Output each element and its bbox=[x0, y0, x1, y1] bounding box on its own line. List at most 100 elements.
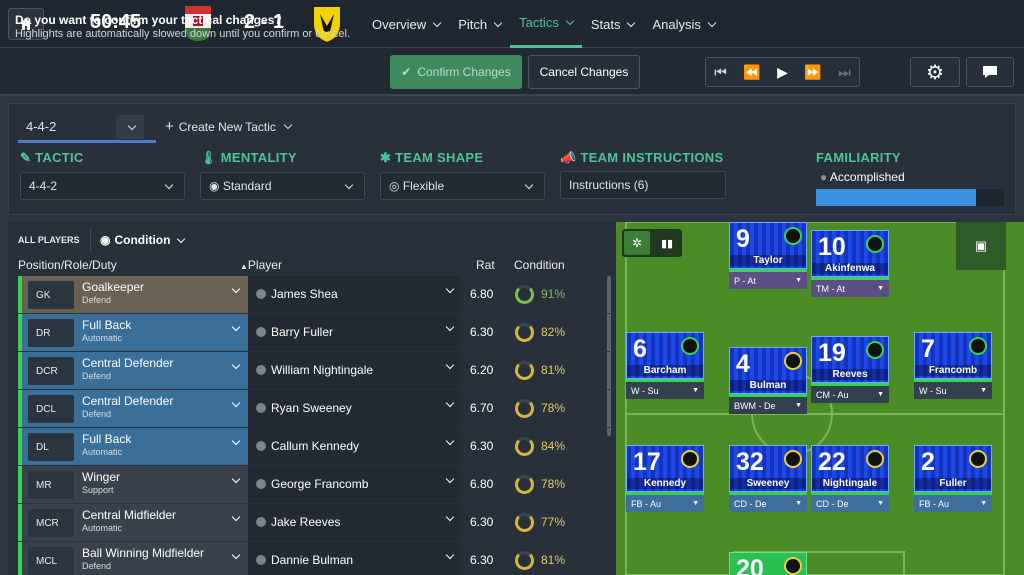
table-row[interactable]: MR Winger Support George Francomb 6.80 7… bbox=[18, 466, 610, 504]
info-icon[interactable] bbox=[256, 517, 266, 527]
player-card[interactable]: 22 Nightingale CD - De ▼ bbox=[811, 445, 889, 512]
card-role[interactable]: TM - At ▼ bbox=[811, 280, 889, 297]
chevron-down-icon bbox=[283, 120, 293, 130]
position-cell[interactable]: DR Full Back Automatic bbox=[18, 314, 248, 351]
table-row[interactable]: MCR Central Midfielder Automatic Jake Re… bbox=[18, 504, 610, 542]
table-row[interactable]: GK Goalkeeper Defend James Shea 6.80 91% bbox=[18, 276, 610, 314]
play-icon[interactable]: ▶ bbox=[777, 64, 788, 81]
position-cell[interactable]: DL Full Back Automatic bbox=[18, 428, 248, 465]
table-row[interactable]: DCL Central Defender Defend Ryan Sweeney… bbox=[18, 390, 610, 428]
chat-button[interactable] bbox=[966, 57, 1014, 87]
position-cell[interactable]: MCR Central Midfielder Automatic bbox=[18, 504, 248, 541]
player-card[interactable]: 20 bbox=[729, 552, 807, 575]
info-icon[interactable] bbox=[256, 289, 266, 299]
chevron-down-icon[interactable] bbox=[231, 322, 241, 332]
formation-dropdown-button[interactable] bbox=[116, 115, 144, 139]
rewind-icon[interactable]: ⏪ bbox=[743, 64, 760, 81]
header-rat[interactable]: Rat bbox=[476, 258, 495, 272]
side-panel-toggle[interactable]: ▣ bbox=[956, 222, 1006, 270]
card-player-name: Reeves bbox=[812, 369, 888, 380]
player-card[interactable]: 4 Bulman BWM - De ▼ bbox=[729, 347, 807, 414]
position-cell[interactable]: MCL Ball Winning Midfielder Defend bbox=[18, 542, 248, 575]
position-cell[interactable]: GK Goalkeeper Defend bbox=[18, 276, 248, 313]
player-cell[interactable]: Ryan Sweeney bbox=[248, 390, 460, 427]
fast-forward-icon[interactable]: ⏩ bbox=[804, 64, 821, 81]
player-cell[interactable]: Dannie Bulman bbox=[248, 542, 460, 575]
position-cell[interactable]: DCL Central Defender Defend bbox=[18, 390, 248, 427]
cancel-changes-button[interactable]: Cancel Changes bbox=[528, 55, 640, 89]
player-card[interactable]: 32 Sweeney CD - De ▼ bbox=[729, 445, 807, 512]
info-icon[interactable] bbox=[256, 555, 266, 565]
info-icon[interactable] bbox=[256, 479, 266, 489]
tab-stats[interactable]: Stats bbox=[582, 0, 644, 48]
card-role[interactable]: BWM - De ▼ bbox=[729, 397, 807, 414]
card-role[interactable]: CD - De ▼ bbox=[729, 495, 807, 512]
table-row[interactable]: DCR Central Defender Defend William Nigh… bbox=[18, 352, 610, 390]
chevron-down-icon[interactable] bbox=[231, 550, 241, 560]
chevron-down-icon[interactable] bbox=[445, 436, 455, 446]
chevron-down-icon[interactable] bbox=[445, 360, 455, 370]
tab-pitch[interactable]: Pitch bbox=[449, 0, 510, 48]
header-position[interactable]: Position/Role/Duty bbox=[18, 258, 117, 272]
chevron-down-icon[interactable] bbox=[231, 284, 241, 294]
create-new-tactic-button[interactable]: + Create New Tactic bbox=[165, 118, 293, 135]
chevron-down-icon[interactable] bbox=[231, 360, 241, 370]
tab-analysis[interactable]: Analysis bbox=[643, 0, 723, 48]
bar-chart-icon[interactable]: ▮▮ bbox=[654, 231, 680, 255]
player-card[interactable]: 19 Reeves CM - Au ▼ bbox=[811, 336, 889, 403]
info-icon[interactable] bbox=[256, 327, 266, 337]
table-row[interactable]: DL Full Back Automatic Callum Kennedy 6.… bbox=[18, 428, 610, 466]
skip-start-icon[interactable]: ⏮ bbox=[714, 64, 727, 81]
player-card[interactable]: 7 Francomb W - Su ▼ bbox=[914, 332, 992, 399]
settings-button[interactable]: ⚙ bbox=[910, 57, 960, 87]
mentality-select[interactable]: ◉ Standard bbox=[200, 172, 365, 200]
player-cell[interactable]: Callum Kennedy bbox=[248, 428, 460, 465]
skip-end-icon[interactable]: ⏭ bbox=[838, 64, 851, 81]
chevron-down-icon[interactable] bbox=[445, 512, 455, 522]
chevron-down-icon[interactable] bbox=[445, 474, 455, 484]
chevron-down-icon[interactable] bbox=[445, 398, 455, 408]
tactic-select[interactable]: 4-4-2 bbox=[20, 172, 185, 200]
card-role[interactable]: W - Su ▼ bbox=[626, 382, 704, 399]
wheel-view-icon[interactable]: ✲ bbox=[624, 231, 650, 255]
chevron-down-icon[interactable] bbox=[445, 322, 455, 332]
card-role[interactable]: FB - Au ▼ bbox=[914, 495, 992, 512]
player-cell[interactable]: Barry Fuller bbox=[248, 314, 460, 351]
chevron-down-icon[interactable] bbox=[231, 398, 241, 408]
chevron-down-icon[interactable] bbox=[231, 436, 241, 446]
team-shape-select[interactable]: ◎ Flexible bbox=[380, 172, 545, 200]
chevron-down-icon[interactable] bbox=[445, 550, 455, 560]
condition-view-select[interactable]: ◉ Condition bbox=[100, 233, 186, 247]
position-cell[interactable]: MR Winger Support bbox=[18, 466, 248, 503]
card-role[interactable]: CM - Au ▼ bbox=[811, 386, 889, 403]
card-role[interactable]: CD - De ▼ bbox=[811, 495, 889, 512]
player-card[interactable]: 9 Taylor P - At ▼ bbox=[729, 222, 807, 289]
player-card[interactable]: 2 Fuller FB - Au ▼ bbox=[914, 445, 992, 512]
card-role[interactable]: W - Su ▼ bbox=[914, 382, 992, 399]
chevron-down-icon[interactable] bbox=[231, 512, 241, 522]
card-role[interactable]: FB - Au ▼ bbox=[626, 495, 704, 512]
info-icon[interactable] bbox=[256, 403, 266, 413]
player-card[interactable]: 10 Akinfenwa TM - At ▼ bbox=[811, 230, 889, 297]
tab-overview[interactable]: Overview bbox=[363, 0, 449, 48]
team-instructions-button[interactable]: Instructions (6) bbox=[560, 171, 726, 199]
player-card[interactable]: 17 Kennedy FB - Au ▼ bbox=[626, 445, 704, 512]
confirm-changes-button[interactable]: ✔ Confirm Changes bbox=[390, 55, 522, 89]
table-row[interactable]: DR Full Back Automatic Barry Fuller 6.30… bbox=[18, 314, 610, 352]
info-icon[interactable] bbox=[256, 441, 266, 451]
chevron-down-icon[interactable] bbox=[445, 284, 455, 294]
header-condition[interactable]: Condition bbox=[514, 258, 565, 272]
chevron-down-icon[interactable] bbox=[231, 474, 241, 484]
header-player[interactable]: ▲Player bbox=[240, 258, 282, 272]
player-cell[interactable]: George Francomb bbox=[248, 466, 460, 503]
all-players-filter[interactable]: ALL PLAYERS bbox=[18, 235, 80, 245]
player-card[interactable]: 6 Barcham W - Su ▼ bbox=[626, 332, 704, 399]
player-cell[interactable]: James Shea bbox=[248, 276, 460, 313]
table-row[interactable]: MCL Ball Winning Midfielder Defend Danni… bbox=[18, 542, 610, 575]
player-cell[interactable]: William Nightingale bbox=[248, 352, 460, 389]
card-role[interactable]: P - At ▼ bbox=[729, 272, 807, 289]
info-icon[interactable] bbox=[256, 365, 266, 375]
tab-tactics[interactable]: Tactics bbox=[510, 0, 582, 48]
position-cell[interactable]: DCR Central Defender Defend bbox=[18, 352, 248, 389]
player-cell[interactable]: Jake Reeves bbox=[248, 504, 460, 541]
